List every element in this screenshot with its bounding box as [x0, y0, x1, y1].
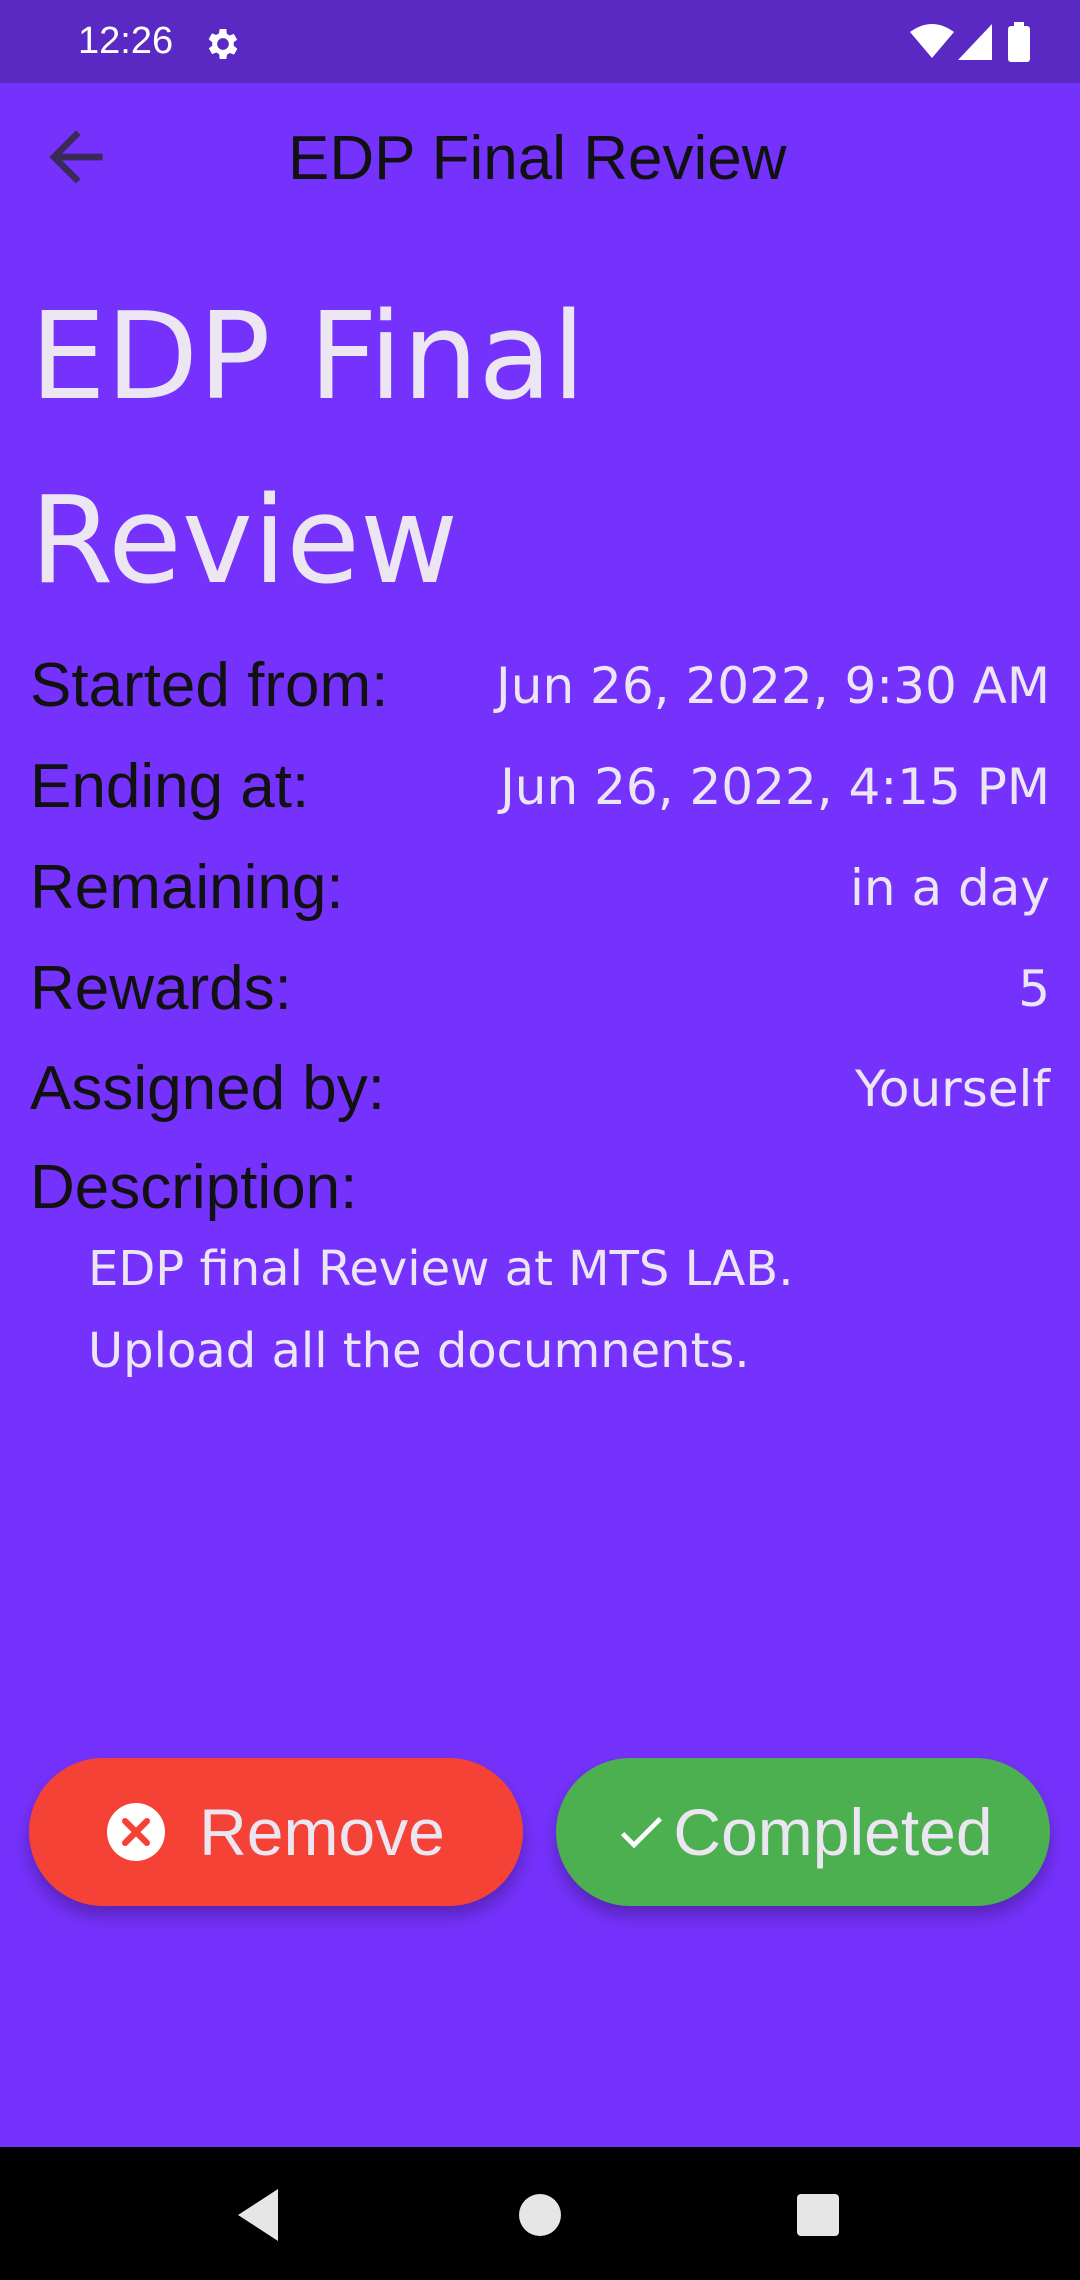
detail-value: Yourself	[854, 1060, 1050, 1118]
detail-row-remaining: Remaining: in a day	[30, 843, 1050, 933]
detail-value: 5	[1018, 960, 1050, 1018]
app-bar-title: EDP Final Review	[288, 124, 787, 193]
description-label: Description:	[30, 1153, 358, 1222]
nav-home-icon[interactable]	[510, 2185, 570, 2245]
battery-icon	[1008, 22, 1030, 62]
detail-label: Remaining:	[30, 853, 344, 922]
detail-label: Started from:	[30, 651, 389, 720]
status-time: 12:26	[78, 20, 174, 62]
arrow-back-icon[interactable]	[36, 117, 116, 197]
detail-label: Assigned by:	[30, 1054, 385, 1123]
status-bar: 12:26	[0, 0, 1080, 83]
description-text: EDP final Review at MTS LAB. Upload all …	[88, 1241, 794, 1379]
completed-button[interactable]: Completed	[556, 1758, 1050, 1906]
remove-button[interactable]: Remove	[29, 1758, 523, 1906]
completed-button-label: Completed	[673, 1795, 993, 1869]
detail-row-assigned-by: Assigned by: Yourself	[30, 1044, 1050, 1134]
detail-value: in a day	[850, 859, 1050, 917]
app-bar: EDP Final Review	[0, 83, 1080, 235]
signal-icon	[958, 24, 992, 60]
status-icons	[910, 22, 1040, 62]
detail-label: Rewards:	[30, 954, 292, 1023]
navigation-bar	[0, 2147, 1080, 2280]
wifi-icon	[910, 24, 954, 58]
detail-value: Jun 26, 2022, 9:30 AM	[496, 657, 1050, 715]
detail-value: Jun 26, 2022, 4:15 PM	[500, 758, 1050, 816]
gear-icon	[208, 29, 238, 59]
detail-label: Ending at:	[30, 752, 310, 821]
check-icon	[621, 1817, 663, 1849]
nav-back-icon[interactable]	[230, 2185, 290, 2245]
detail-row-started: Started from: Jun 26, 2022, 9:30 AM	[30, 641, 1050, 731]
nav-recents-icon[interactable]	[788, 2185, 848, 2245]
cancel-icon	[107, 1803, 166, 1861]
task-title: EDP Final Review	[30, 288, 586, 611]
detail-row-rewards: Rewards: 5	[30, 944, 1050, 1034]
remove-button-label: Remove	[199, 1795, 445, 1869]
detail-row-ending: Ending at: Jun 26, 2022, 4:15 PM	[30, 742, 1050, 832]
